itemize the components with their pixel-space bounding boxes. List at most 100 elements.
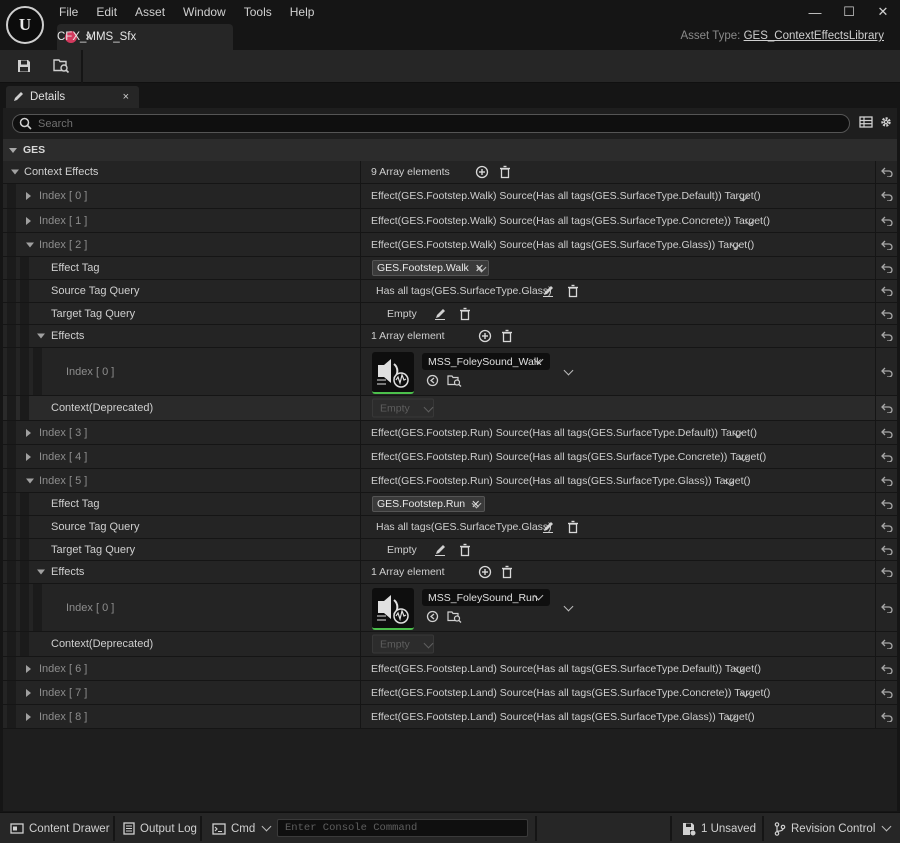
clear-trash-icon[interactable] [459, 307, 471, 320]
collapse-arrow-icon [9, 147, 17, 153]
category-name: GES [23, 144, 46, 156]
search-input[interactable] [38, 117, 828, 130]
maximize-button[interactable]: ☐ [832, 0, 866, 24]
reset-to-default-button[interactable] [875, 632, 897, 656]
reset-to-default-button[interactable] [875, 445, 897, 468]
expand-arrow-icon[interactable] [26, 428, 31, 437]
chevron-down-icon[interactable] [563, 601, 574, 612]
details-tab-close-icon[interactable]: × [123, 91, 129, 103]
expand-arrow-icon[interactable] [26, 712, 31, 721]
reset-to-default-button[interactable] [875, 348, 897, 395]
reset-arrow-icon [880, 403, 893, 413]
clear-trash-icon[interactable] [459, 543, 471, 556]
expand-arrow-icon[interactable] [26, 452, 31, 461]
menu-help[interactable]: Help [281, 3, 324, 21]
expand-arrow-icon[interactable] [26, 216, 31, 225]
cmd-dropdown[interactable]: Cmd [212, 813, 272, 843]
property-matrix-icon[interactable] [859, 115, 873, 129]
minimize-button[interactable]: — [798, 0, 832, 24]
reset-to-default-button[interactable] [875, 516, 897, 538]
reset-to-default-button[interactable] [875, 161, 897, 183]
unreal-logo[interactable]: U [6, 6, 44, 44]
reset-arrow-icon [880, 603, 893, 613]
unsaved-button[interactable]: 1 Unsaved [682, 813, 756, 843]
collapse-arrow-icon[interactable] [37, 569, 45, 575]
asset-editor-tab[interactable]: CFX_MMS_Sfx × [57, 24, 233, 50]
asset-type-label: Asset Type: [680, 30, 741, 42]
reset-to-default-button[interactable] [875, 561, 897, 583]
browse-to-asset-button[interactable] [50, 56, 72, 76]
reset-to-default-button[interactable] [875, 325, 897, 347]
reset-to-default-button[interactable] [875, 257, 897, 279]
save-button[interactable] [13, 56, 35, 76]
reset-to-default-button[interactable] [875, 280, 897, 302]
gameplay-tag-chip[interactable]: GES.Footstep.Walk ✕ [372, 260, 490, 276]
menu-asset[interactable]: Asset [126, 3, 174, 21]
asset-picker-combo[interactable]: MSS_FoleySound_Run [422, 589, 550, 606]
collapse-arrow-icon[interactable] [26, 478, 34, 483]
expand-arrow-icon[interactable] [26, 192, 31, 200]
edit-pencil-icon[interactable] [434, 308, 446, 320]
details-tab-label: Details [30, 91, 66, 103]
revision-control-button[interactable]: Revision Control [774, 813, 892, 843]
reset-to-default-button[interactable] [875, 705, 897, 728]
reset-to-default-button[interactable] [875, 184, 897, 208]
browse-asset-icon[interactable] [447, 610, 462, 623]
index-summary: Effect(GES.Footstep.Run) Source(Has all … [371, 426, 757, 439]
reset-to-default-button[interactable] [875, 303, 897, 324]
reset-to-default-button[interactable] [875, 469, 897, 492]
asset-thumbnail[interactable] [372, 588, 414, 630]
asset-type-link[interactable]: GES_ContextEffectsLibrary [744, 30, 884, 42]
content-drawer-button[interactable]: Content Drawer [10, 813, 110, 843]
save-icon [18, 60, 30, 72]
edit-pencil-icon[interactable] [542, 285, 554, 297]
index-summary: Effect(GES.Footstep.Land) Source(Has all… [371, 710, 755, 723]
reset-to-default-button[interactable] [875, 209, 897, 232]
menu-edit[interactable]: Edit [87, 3, 126, 21]
clear-array-icon[interactable] [499, 165, 511, 179]
menu-window[interactable]: Window [174, 3, 235, 21]
reset-to-default-button[interactable] [875, 539, 897, 560]
reset-to-default-button[interactable] [875, 396, 897, 420]
reset-to-default-button[interactable] [875, 421, 897, 444]
menu-file[interactable]: File [50, 3, 87, 21]
clear-trash-icon[interactable] [567, 284, 579, 298]
edit-pencil-icon[interactable] [434, 544, 446, 556]
menu-tools[interactable]: Tools [235, 3, 281, 21]
reset-to-default-button[interactable] [875, 493, 897, 515]
add-element-icon[interactable] [478, 565, 492, 579]
clear-trash-icon[interactable] [567, 520, 579, 534]
asset-picker-combo[interactable]: MSS_FoleySound_Walk [422, 353, 550, 370]
reset-to-default-button[interactable] [875, 657, 897, 680]
edit-pencil-icon[interactable] [542, 521, 554, 533]
settings-gear-icon[interactable] [879, 115, 893, 129]
use-selected-asset-icon[interactable] [426, 374, 439, 387]
output-log-button[interactable]: Output Log [123, 813, 197, 843]
reset-to-default-button[interactable] [875, 233, 897, 256]
clear-array-icon[interactable] [501, 565, 513, 579]
collapse-arrow-icon[interactable] [26, 242, 34, 247]
add-element-icon[interactable] [478, 329, 492, 343]
use-selected-asset-icon[interactable] [426, 610, 439, 623]
chevron-down-icon[interactable] [563, 365, 574, 376]
asset-thumbnail[interactable] [372, 352, 414, 394]
close-window-button[interactable]: ✕ [866, 0, 900, 24]
expand-arrow-icon[interactable] [26, 664, 31, 673]
console-command-input[interactable] [285, 822, 525, 834]
collapse-arrow-icon[interactable] [37, 333, 45, 339]
reset-to-default-button[interactable] [875, 584, 897, 631]
toolbar-separator [81, 50, 83, 83]
expand-arrow-icon[interactable] [26, 688, 31, 697]
clear-array-icon[interactable] [501, 329, 513, 343]
context-deprecated-value: Empty [380, 638, 410, 650]
category-header-ges[interactable]: GES [3, 139, 897, 161]
add-element-icon[interactable] [475, 165, 489, 179]
gameplay-tag-chip[interactable]: GES.Footstep.Run ✕ [372, 496, 486, 512]
expand-arrow-icon[interactable] [11, 169, 19, 175]
reset-to-default-button[interactable] [875, 681, 897, 704]
title-bar: U File Edit Asset Window Tools Help — ☐ … [0, 0, 900, 52]
details-panel-tab[interactable]: Details × [6, 86, 139, 108]
array-index-row: Index [ 3 ] Effect(GES.Footstep.Run) Sou… [3, 421, 897, 445]
context-deprecated-row: Context(Deprecated) Empty [3, 396, 897, 421]
browse-asset-icon[interactable] [447, 374, 462, 387]
